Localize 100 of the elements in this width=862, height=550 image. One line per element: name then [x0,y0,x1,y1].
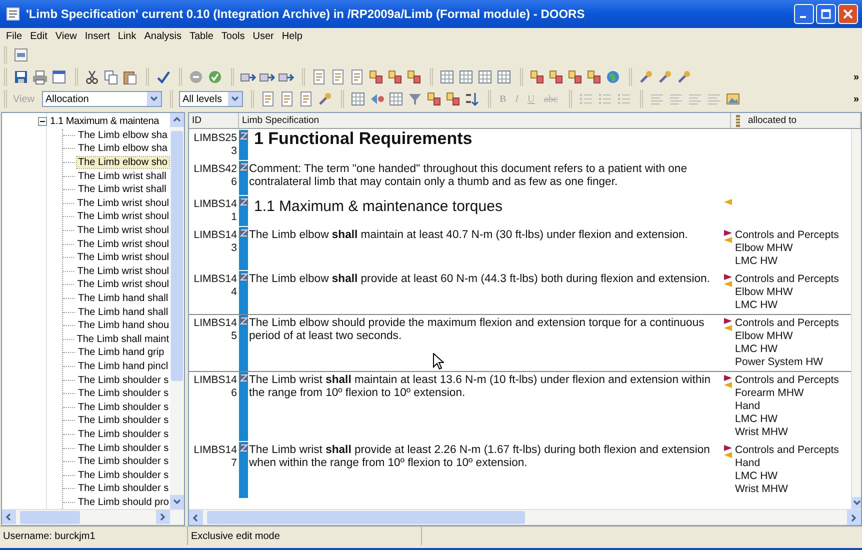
tree-item[interactable]: The Limb should pro [76,496,170,508]
module-icon[interactable] [13,47,29,63]
table-row[interactable]: LIMBS144 The Limb elbow shall provide at least 60 N-m (44.3 ft-lbs) both during flexion and extension. Controls and Percepts Elbow MHW LMC HW [189,270,851,314]
cut-icon[interactable] [84,69,100,85]
tree-item[interactable]: The Limb shoulder s [77,470,170,481]
scroll-left-icon[interactable] [192,514,200,522]
minimize-button[interactable] [794,4,814,24]
table-row[interactable]: LIMBS141 1.1 Maximum & maintenance torques [189,195,851,226]
menu-item[interactable]: Analysis [140,30,186,42]
tree-item[interactable]: 1.1 Maximum & maintena [2,115,170,129]
menu-item[interactable]: Insert [80,30,114,42]
image-icon[interactable] [724,91,741,107]
scroll-right-icon[interactable] [159,513,167,522]
table-row[interactable]: LIMBS426 Comment: The term "one handed" throughout this document refers to a patient with one contralateral limb that may contain only a thumb and as few as one finger. [189,160,851,195]
menu-item[interactable]: File [2,30,26,42]
tree-item[interactable]: The Limb wrist shoul [76,225,170,236]
window-icon[interactable] [51,69,67,85]
scroll-right-icon[interactable] [850,514,858,522]
column-header[interactable]: ID [189,113,239,128]
tree-item[interactable]: The Limb shoulder s [77,428,170,440]
menu-item[interactable]: View [51,30,81,42]
link-icon[interactable] [406,69,422,85]
paste-icon[interactable] [122,69,138,85]
menu-item[interactable]: User [248,30,278,42]
vertical-scrollbar[interactable] [851,129,861,510]
table-row[interactable]: LIMBS253 1 Functional Requirements [189,129,851,160]
tree-item[interactable]: The Limb elbow sha [77,143,168,154]
scroll-down-icon[interactable] [173,498,181,506]
menu-item[interactable]: Help [278,30,306,42]
tree-item[interactable]: The Limb shoulder s [77,456,170,468]
stop-icon[interactable] [188,69,204,85]
tool-icon[interactable] [638,69,654,85]
tree-item[interactable]: The Limb shoulder s [77,402,170,413]
tree-item[interactable]: The Limb wrist shall [77,184,168,196]
link-icon[interactable] [368,69,384,85]
vertical-scrollbar[interactable] [170,113,184,510]
document-icon[interactable] [278,91,294,107]
scroll-left-icon[interactable] [5,513,13,522]
link-icon[interactable] [567,69,583,85]
print-icon[interactable] [32,69,48,85]
tree-item[interactable]: The Limb elbow sho [77,157,168,168]
menu-item[interactable]: Tools [217,30,249,42]
column-header[interactable]: allocated to [745,113,861,128]
tree-item[interactable]: The Limb wrist shall [77,170,168,182]
shape-icon[interactable] [368,91,384,107]
toolbar-overflow-button[interactable]: » [850,72,862,82]
tree-item[interactable]: The Limb shoulder s [77,483,170,494]
tree-item[interactable]: The Limb shoulder s [77,374,170,386]
table-icon[interactable] [458,69,474,85]
tree-item[interactable]: The Limb hand shall [77,293,170,304]
tool-icon[interactable] [316,91,332,107]
link-icon[interactable] [586,69,602,85]
filter-icon[interactable] [406,91,422,107]
tree-item[interactable]: The Limb hand pincl [77,360,170,372]
document-icon[interactable] [298,91,314,107]
save-icon[interactable] [13,69,29,85]
tool-icon[interactable] [657,69,673,85]
table-icon[interactable] [350,91,366,107]
horizontal-scrollbar[interactable] [189,509,861,526]
scroll-up-icon[interactable] [173,116,181,124]
spellcheck-icon[interactable] [155,69,171,85]
globe-icon[interactable] [605,69,621,85]
tree-item[interactable]: The Limb wrist shoul [76,198,170,209]
document-icon[interactable] [260,91,276,107]
out-link-icon[interactable] [724,230,732,236]
level-dropdown[interactable]: All levels [178,91,242,107]
tree-item[interactable]: The Limb hand grip [77,347,166,358]
maximize-button[interactable] [816,4,836,24]
tree-item[interactable]: The Limb shoulder s [77,442,170,454]
menu-item[interactable]: Edit [26,30,52,42]
link-icon[interactable] [387,69,403,85]
menu-item[interactable]: Table [185,30,218,42]
table-icon[interactable] [439,69,455,85]
table-icon[interactable] [477,69,493,85]
tool-icon[interactable] [676,69,692,85]
close-button[interactable] [838,4,858,24]
tree-item[interactable]: The Limb wrist shoul [76,279,170,290]
horizontal-scrollbar[interactable] [2,509,184,526]
out-link-icon[interactable] [724,318,732,324]
tree-item[interactable]: The Limb shall maint [76,334,170,345]
tree-item[interactable]: The Limb hand shall [77,306,170,318]
link-icon[interactable] [444,91,460,107]
tree-item[interactable]: The Limb shoulder s [77,388,170,400]
menu-item[interactable]: Link [114,30,140,42]
close-icon[interactable] [843,9,853,19]
document-icon[interactable] [330,69,346,85]
out-link-icon[interactable] [724,274,732,280]
link-icon[interactable] [529,69,545,85]
tree-item[interactable]: The Limb shoulder s [77,415,170,426]
table-icon[interactable] [496,69,512,85]
tree-item[interactable]: The Limb wrist shoul [76,238,170,250]
out-link-icon[interactable] [724,375,732,381]
document-icon[interactable] [311,69,327,85]
scroll-down-icon[interactable] [852,499,860,508]
view-dropdown[interactable]: Allocation [42,91,162,107]
table-row[interactable] [189,371,851,441]
copy-icon[interactable] [103,69,119,85]
tree-item[interactable]: The Limb wrist shoul [76,252,170,264]
table-icon[interactable] [388,91,404,107]
table-row[interactable]: LIMBS143 The Limb elbow shall maintain at least 40.7 N-m (30 ft-lbs) under flexion and extension. Controls and Percepts Elbow MHW LMC HW [189,226,851,270]
